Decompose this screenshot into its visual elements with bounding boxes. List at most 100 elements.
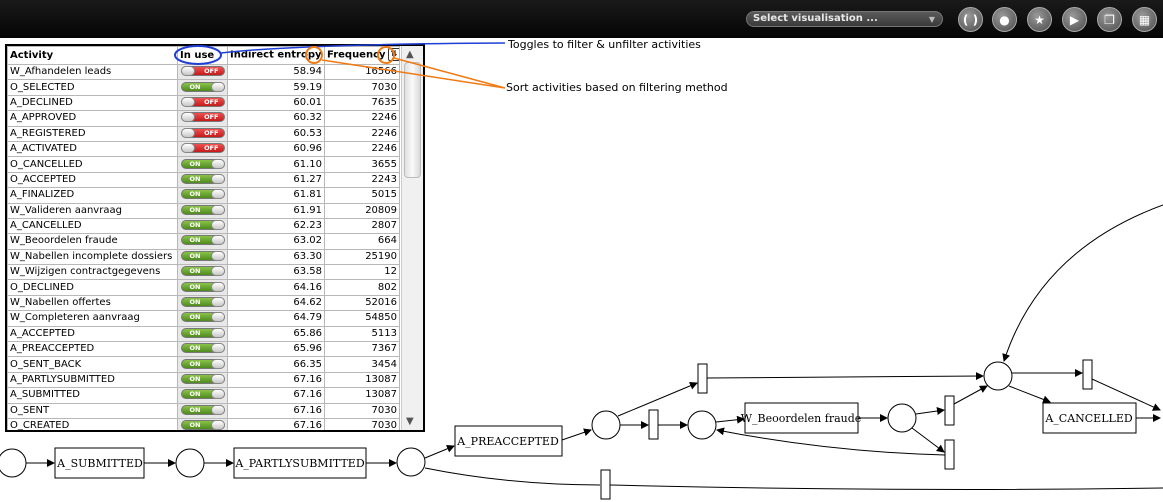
silent-transition xyxy=(1082,359,1093,390)
in-use-cell: ON xyxy=(177,356,228,373)
entropy-cell: 60.53 xyxy=(227,125,325,142)
frequency-cell: 25190 xyxy=(324,248,400,266)
in-use-toggle[interactable]: ON xyxy=(180,312,225,323)
chevron-down-icon: ▼ xyxy=(928,15,935,24)
in-use-toggle[interactable]: ON xyxy=(180,297,225,308)
play-button[interactable]: ▶ xyxy=(1062,7,1087,32)
transition-a-partlysubmitted xyxy=(233,447,367,479)
grid-button[interactable]: ▦ xyxy=(1132,7,1157,32)
frequency-cell: 7030 xyxy=(324,417,400,430)
in-use-toggle[interactable]: ON xyxy=(180,266,225,277)
activity-name-cell: A_CANCELLED xyxy=(7,217,178,235)
scroll-up-icon[interactable]: ▲ xyxy=(406,49,414,60)
in-use-cell: ON xyxy=(177,371,228,389)
table-scrollbar[interactable]: ▲ ▼ xyxy=(401,46,423,430)
in-use-toggle[interactable]: ON xyxy=(180,158,225,169)
drop-button[interactable]: ● xyxy=(992,7,1017,32)
column-header-entropy[interactable]: Indirect entropy⇅ xyxy=(227,46,325,65)
activity-name-cell: A_SUBMITTED xyxy=(7,387,178,404)
in-use-toggle[interactable]: ON xyxy=(180,327,225,338)
column-header-frequency-label: Frequency xyxy=(327,49,386,61)
toggle-state-label: ON xyxy=(189,236,201,245)
star-icon: ★ xyxy=(1034,12,1045,27)
sort-frequency-icon[interactable]: ⇅ xyxy=(387,48,399,62)
in-use-toggle[interactable]: ON xyxy=(180,281,225,292)
in-use-toggle[interactable]: ON xyxy=(180,235,225,246)
toggle-knob xyxy=(210,281,225,292)
column-header-frequency[interactable]: Frequency ⇅ xyxy=(324,46,400,65)
in-use-cell: ON xyxy=(177,264,228,281)
entropy-cell: 60.32 xyxy=(227,110,325,127)
toggle-state-label: ON xyxy=(189,267,201,276)
entropy-cell: 61.81 xyxy=(227,187,325,204)
in-use-toggle[interactable]: OFF xyxy=(180,112,225,123)
parentheses-button[interactable]: ( ) xyxy=(958,7,983,32)
activity-name-cell: O_SENT xyxy=(7,402,178,419)
activity-name-cell: A_FINALIZED xyxy=(7,187,178,204)
transition-a-partlysubmitted-label: A_PARTLYSUBMITTED xyxy=(234,457,364,470)
in-use-toggle[interactable]: ON xyxy=(180,250,225,261)
frequency-cell: 7635 xyxy=(324,94,400,112)
in-use-cell: ON xyxy=(177,79,228,96)
toggle-state-label: ON xyxy=(189,328,201,337)
visualisation-select[interactable]: Select visualisation ... ▼ xyxy=(746,11,943,27)
toggle-state-label: ON xyxy=(189,205,201,214)
activity-name-cell: W_Nabellen incomplete dossiers xyxy=(7,248,178,266)
in-use-toggle[interactable]: ON xyxy=(180,420,225,430)
table-row: W_Wijzigen contractgegevens ON 63.58 12 xyxy=(7,264,400,281)
in-use-toggle[interactable]: OFF xyxy=(180,143,225,154)
activity-name-cell: A_ACCEPTED xyxy=(7,325,178,343)
silent-transition xyxy=(600,469,611,500)
scrollbar-thumb[interactable] xyxy=(404,62,421,178)
in-use-toggle[interactable]: ON xyxy=(180,389,225,400)
transition-w-beoordelen-fraude-label: W_Beoordelen fraude xyxy=(741,412,862,425)
in-use-cell: ON xyxy=(177,294,228,312)
table-row: W_Beoordelen fraude ON 63.02 664 xyxy=(7,233,400,250)
toggle-knob xyxy=(210,204,225,215)
table-row: A_DECLINED OFF 60.01 7635 xyxy=(7,94,400,112)
frequency-cell: 802 xyxy=(324,279,400,296)
table-row: W_Nabellen offertes ON 64.62 52016 xyxy=(7,294,400,312)
table-row: O_CANCELLED ON 61.10 3655 xyxy=(7,156,400,173)
in-use-toggle[interactable]: ON xyxy=(180,404,225,415)
in-use-cell: ON xyxy=(177,387,228,404)
frequency-cell: 2246 xyxy=(324,125,400,142)
entropy-cell: 64.62 xyxy=(227,294,325,312)
in-use-toggle[interactable]: ON xyxy=(180,189,225,200)
entropy-cell: 67.16 xyxy=(227,387,325,404)
in-use-toggle[interactable]: ON xyxy=(180,204,225,215)
in-use-toggle[interactable]: OFF xyxy=(180,127,225,138)
toggle-state-label: ON xyxy=(189,221,201,230)
activity-name-cell: A_PREACCEPTED xyxy=(7,341,178,358)
parentheses-icon: ( ) xyxy=(962,12,979,27)
in-use-toggle[interactable]: ON xyxy=(180,81,225,92)
petri-place xyxy=(175,448,205,478)
entropy-cell: 58.94 xyxy=(227,63,325,81)
table-row: W_Nabellen incomplete dossiers ON 63.30 251… xyxy=(7,248,400,266)
in-use-toggle[interactable]: ON xyxy=(180,358,225,369)
petri-place xyxy=(591,410,621,440)
in-use-toggle[interactable]: ON xyxy=(180,173,225,184)
scroll-down-icon[interactable]: ▼ xyxy=(406,416,414,427)
in-use-toggle[interactable]: OFF xyxy=(180,66,225,77)
activity-name-cell: W_Nabellen offertes xyxy=(7,294,178,312)
in-use-cell: ON xyxy=(177,325,228,343)
in-use-toggle[interactable]: OFF xyxy=(180,96,225,107)
petri-place xyxy=(983,361,1013,391)
toggle-state-label: ON xyxy=(189,159,201,168)
table-row: O_DECLINED ON 64.16 802 xyxy=(7,279,400,296)
in-use-toggle[interactable]: ON xyxy=(180,220,225,231)
column-header-activity[interactable]: Activity xyxy=(7,46,178,65)
toggle-state-label: ON xyxy=(189,313,201,322)
in-use-toggle[interactable]: ON xyxy=(180,374,225,384)
column-header-in-use[interactable]: In use xyxy=(177,46,228,65)
entropy-cell: 64.16 xyxy=(227,279,325,296)
copy-icon: ❐ xyxy=(1104,12,1115,27)
copy-button[interactable]: ❐ xyxy=(1097,7,1122,32)
activity-name-cell: A_APPROVED xyxy=(7,110,178,127)
star-button[interactable]: ★ xyxy=(1027,7,1052,32)
in-use-toggle[interactable]: ON xyxy=(180,343,225,354)
toggle-knob xyxy=(210,374,225,384)
entropy-cell: 60.01 xyxy=(227,94,325,112)
toggle-knob xyxy=(210,312,225,323)
